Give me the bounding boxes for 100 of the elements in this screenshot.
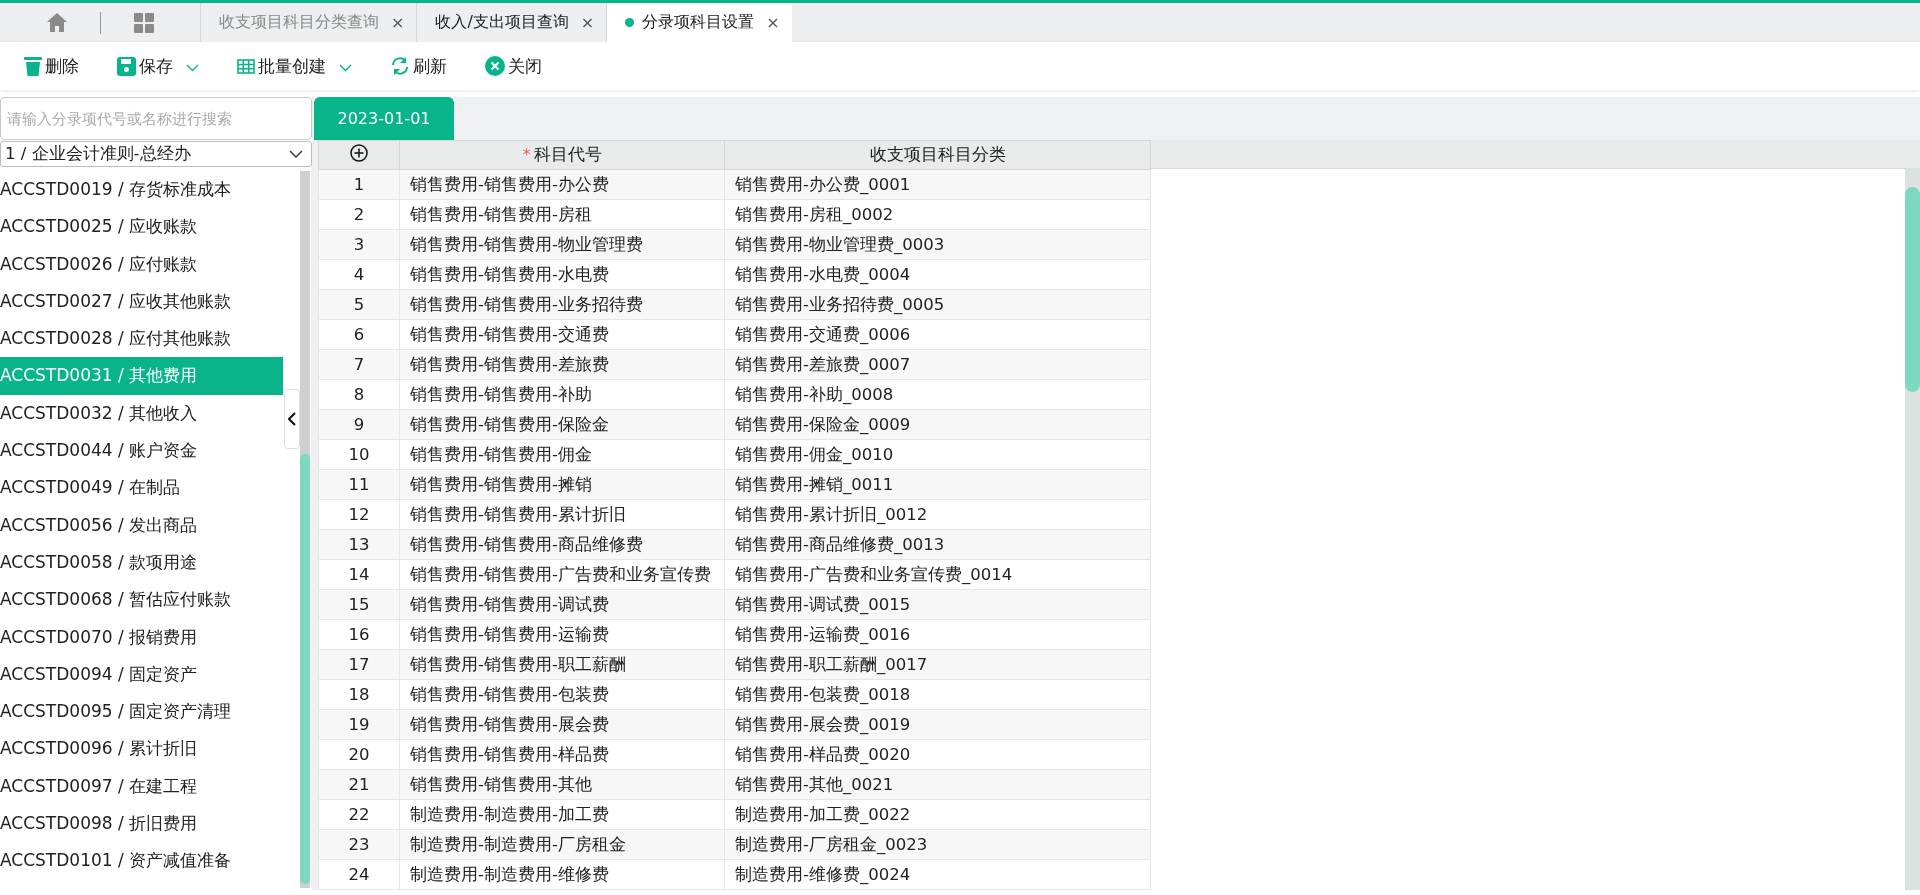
collapse-button[interactable] [284,389,300,449]
table-cell: 销售费用-销售费用-办公费 [399,169,725,200]
sidebar-item[interactable]: ACCSTD0098 / 折旧费用 [0,805,283,843]
table-cell: 销售费用-销售费用-水电费 [399,259,725,290]
row-number: 4 [318,259,400,290]
sidebar-item[interactable]: ACCSTD0044 / 账户资金 [0,432,283,470]
scrollbar-thumb[interactable] [1905,187,1920,392]
caret-icon [186,64,199,72]
table-cell: 销售费用-销售费用-累计折旧 [399,499,725,530]
sidebar-item[interactable]: ACCSTD0101 / 资产减值准备 [0,842,283,880]
scrollbar-thumb[interactable] [300,454,310,884]
table-cell: 销售费用-水电费_0004 [724,259,1151,290]
table-cell: 销售费用-销售费用-展会费 [399,709,725,740]
add-row-icon[interactable] [350,144,368,162]
row-number: 18 [318,679,400,710]
column-header: * 科目代号 [399,140,725,170]
search-field[interactable]: 请输入分录项代号或名称进行搜索 [0,97,312,140]
sidebar-item[interactable]: ACCSTD0068 / 暂估应付账款 [0,581,283,619]
ledger-dropdown[interactable]: 1 / 企业会计准则-总经办 [0,141,312,167]
tab-label: 收入/支出项目查询 [435,12,569,33]
table-cell: 销售费用-广告费和业务宣传费_0014 [724,559,1151,590]
table-cell: 销售费用-办公费_0001 [724,169,1151,200]
table-cell: 制造费用-厂房租金_0023 [724,829,1151,860]
table-cell: 制造费用-制造费用-厂房租金 [399,829,725,860]
sidebar-item[interactable]: ACCSTD0026 / 应付账款 [0,245,283,283]
page-tab[interactable]: 分录项科目设置 × [606,3,792,42]
table-cell: 销售费用-销售费用-商品维修费 [399,529,725,560]
close-tab-button[interactable]: × [387,13,409,32]
toolbar-button[interactable]: 保存 [117,54,199,78]
table-cell: 销售费用-销售费用-其他 [399,769,725,800]
row-number: 14 [318,559,400,590]
sidebar-item[interactable]: ACCSTD0097 / 在建工程 [0,767,283,806]
row-number: 13 [318,529,400,560]
sidebar-item[interactable]: ACCSTD0070 / 报销费用 [0,618,283,656]
save-icon [117,56,136,76]
toolbar-button[interactable]: 关闭 [485,54,542,78]
sidebar-item[interactable]: ACCSTD0096 / 累计折旧 [0,730,283,768]
sidebar-item[interactable]: ACCSTD0025 / 应收账款 [0,208,283,246]
sidebar-item[interactable]: ACCSTD0032 / 其他收入 [0,394,283,433]
table-cell: 销售费用-销售费用-摊销 [399,469,725,500]
table-cell: 销售费用-销售费用-业务招待费 [399,289,725,320]
row-number: 19 [318,709,400,740]
sidebar-item[interactable]: ACCSTD0027 / 应收其他账款 [0,282,283,321]
row-number: 3 [318,229,400,260]
table-cell: 销售费用-销售费用-调试费 [399,589,725,620]
tab-label: 分录项科目设置 [642,12,755,33]
table-cell: 销售费用-销售费用-广告费和业务宣传费 [399,559,725,590]
apps-icon[interactable] [133,12,154,33]
table-icon [237,58,255,74]
row-number: 9 [318,409,400,440]
table-cell: 销售费用-销售费用-包装费 [399,679,725,710]
row-number: 8 [318,379,400,410]
table-cell: 销售费用-包装费_0018 [724,679,1151,710]
table-cell: 销售费用-累计折旧_0012 [724,499,1151,530]
table-cell: 制造费用-加工费_0022 [724,799,1151,830]
trash-icon [24,56,42,76]
sidebar-item[interactable]: ACCSTD0019 / 存货标准成本 [0,171,283,209]
sidebar-item[interactable]: ACCSTD0028 / 应付其他账款 [0,320,283,358]
table-cell: 销售费用-补助_0008 [724,379,1151,410]
table-cell: 销售费用-样品费_0020 [724,739,1151,770]
row-number: 21 [318,769,400,800]
table-cell: 销售费用-物业管理费_0003 [724,229,1151,260]
sidebar-item[interactable]: ACCSTD0058 / 款项用途 [0,543,283,582]
table-cell: 销售费用-销售费用-佣金 [399,439,725,470]
table-cell: 制造费用-维修费_0024 [724,859,1151,890]
chevron-down-icon [289,150,303,158]
row-number: 23 [318,829,400,860]
row-number: 12 [318,499,400,530]
column-header: 收支项目科目分类 [724,140,1151,170]
table-cell: 销售费用-展会费_0019 [724,709,1151,740]
table-cell: 销售费用-销售费用-物业管理费 [399,229,725,260]
caret-icon [339,64,352,72]
close-tab-button[interactable]: × [762,13,784,32]
row-number: 24 [318,859,400,890]
toolbar-button[interactable]: 删除 [24,54,79,78]
row-number: 1 [318,169,400,200]
sidebar-item[interactable]: ACCSTD0095 / 固定资产清理 [0,693,283,731]
row-number: 6 [318,319,400,350]
row-number: 22 [318,799,400,830]
table-cell: 销售费用-调试费_0015 [724,589,1151,620]
table-cell: 销售费用-差旅费_0007 [724,349,1151,380]
tab-label: 收支项目科目分类查询 [219,12,379,33]
table-cell: 销售费用-商品维修费_0013 [724,529,1151,560]
sidebar-item[interactable]: ACCSTD0094 / 固定资产 [0,655,283,694]
row-number: 17 [318,649,400,680]
sidebar-item[interactable]: ACCSTD0056 / 发出商品 [0,506,283,544]
table-cell: 销售费用-运输费_0016 [724,619,1151,650]
table-cell: 销售费用-职工薪酬_0017 [724,649,1151,680]
table-cell: 销售费用-销售费用-房租 [399,199,725,230]
toolbar-button[interactable]: 刷新 [390,54,447,78]
table-cell: 销售费用-业务招待费_0005 [724,289,1151,320]
close-tab-button[interactable]: × [576,13,599,32]
sidebar-item[interactable]: ACCSTD0049 / 在制品 [0,469,283,507]
table-cell: 销售费用-销售费用-运输费 [399,619,725,650]
table-cell: 销售费用-销售费用-差旅费 [399,349,725,380]
row-number: 2 [318,199,400,230]
row-number: 11 [318,469,400,500]
home-icon[interactable] [46,13,67,32]
refresh-icon [390,56,410,76]
toolbar-button[interactable]: 批量创建 [237,54,352,78]
